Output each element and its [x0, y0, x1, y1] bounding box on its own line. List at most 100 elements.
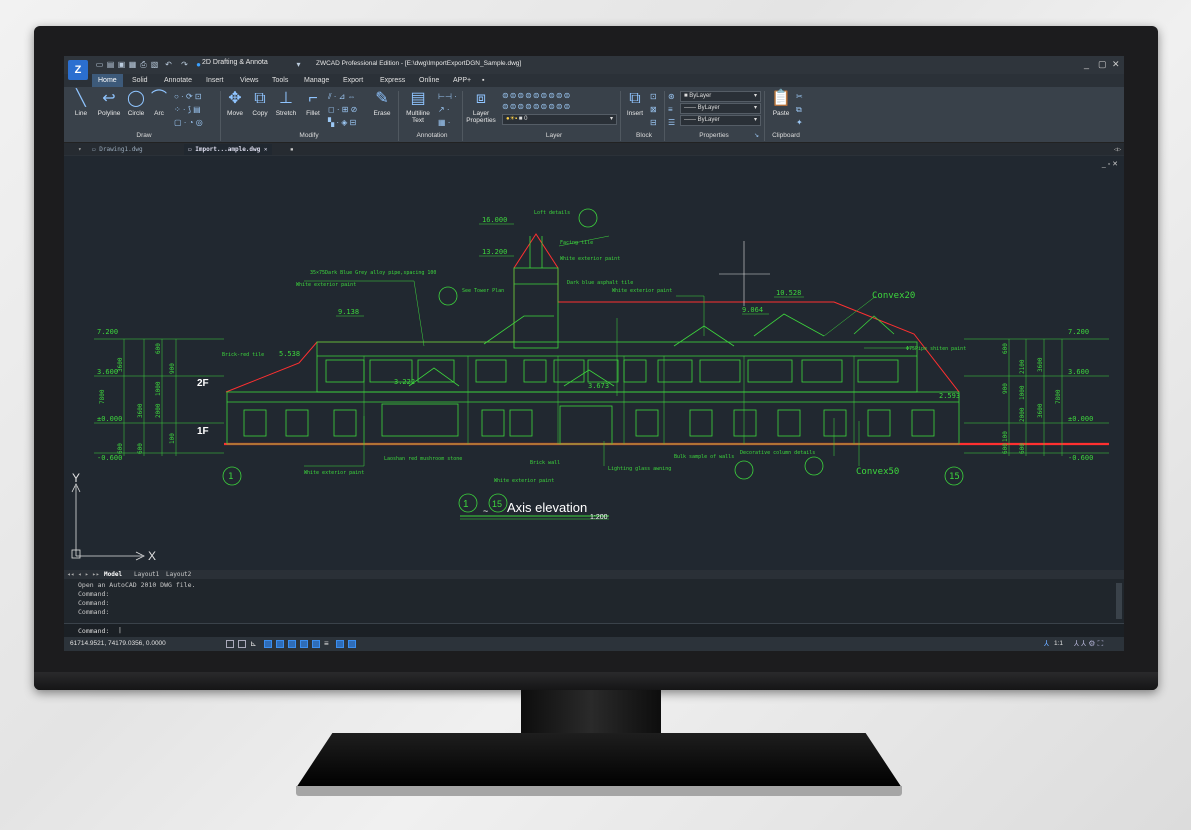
copy-clip-icon[interactable]: ⧉ — [796, 105, 802, 115]
erase-button[interactable]: ✎ Erase — [370, 90, 394, 117]
layout-tab-model[interactable]: Model — [104, 571, 122, 578]
move-button[interactable]: ✥ Move — [224, 90, 246, 117]
dyn-icon[interactable] — [300, 640, 308, 648]
match-properties-icon[interactable]: ⊛ — [668, 92, 675, 101]
block-edit-icon[interactable]: ⊠ — [650, 105, 657, 114]
layer-properties-button[interactable]: ⧈ Layer Properties — [464, 90, 498, 124]
doc-tab-close-icon[interactable]: ✕ — [264, 146, 268, 153]
stretch-button[interactable]: ⊥ Stretch — [272, 90, 300, 117]
tab-views[interactable]: Views — [234, 74, 265, 87]
tab-scroll-icon[interactable]: ◁▷ — [1110, 144, 1124, 155]
save-as-icon[interactable]: ▦ — [128, 60, 137, 69]
layout-tab-layout2[interactable]: Layout2 — [166, 571, 191, 578]
circle-button[interactable]: ◯ Circle — [124, 90, 148, 117]
tab-export[interactable]: Export — [337, 74, 369, 87]
line-button[interactable]: ╲ Line — [68, 90, 94, 117]
osnap-icon[interactable] — [276, 640, 284, 648]
cut-icon[interactable]: ✂ — [796, 92, 803, 101]
new-tab-icon[interactable]: ▪ — [286, 144, 298, 155]
modify-tools-2-icon[interactable]: ◻ · ⊞ ⊘ — [328, 105, 357, 114]
maximize-icon[interactable]: ▢ — [1098, 59, 1107, 70]
tab-online[interactable]: Online — [413, 74, 445, 87]
lineweight-dropdown[interactable]: —— ByLayer ▾ — [680, 115, 761, 126]
annotation-scale[interactable]: 1:1 — [1054, 640, 1063, 647]
arc-button[interactable]: ⌒ Arc — [148, 90, 170, 117]
workspace-chevron-icon[interactable]: ▾ — [294, 60, 303, 69]
layer-tools-2-icon[interactable]: ⊜⊜⊜⊜⊜⊜⊜⊜⊜ — [502, 102, 571, 111]
elev-label: -0.600 — [97, 454, 122, 462]
tab-tools[interactable]: Tools — [266, 74, 294, 87]
drawing-canvas[interactable]: 16.000 13.200 10.528 9.138 9.064 7.200 3… — [64, 156, 1124, 570]
block-attr-icon[interactable]: ⊟ — [650, 118, 657, 127]
block-create-icon[interactable]: ⊡ — [650, 92, 657, 101]
modify-tools-3-icon[interactable]: ▚ · ◈ ⊟ — [328, 118, 356, 127]
minimize-icon[interactable]: _ — [1084, 59, 1089, 69]
app-logo-icon[interactable]: Z — [68, 60, 88, 80]
modify-tools-icon[interactable]: ⫽ · ⊿ ⇔ — [328, 92, 356, 102]
doc-tab-menu-icon[interactable]: ▾ — [74, 144, 86, 155]
layout-nav-icon[interactable]: ◂◂ ◂ ▸ ▸▸ — [67, 571, 100, 578]
doc-tab-drawing1[interactable]: ▭ Drawing1.dwg — [88, 144, 147, 155]
detail-circle-2 — [438, 286, 458, 306]
doc-tab-import[interactable]: ▭ Import...ample.dwg ✕ — [184, 144, 272, 155]
viewport-controls-icon[interactable]: _ ▫ ✕ — [1102, 160, 1118, 168]
detail-circle-3 — [734, 460, 754, 480]
fillet-button[interactable]: ⌐ Fillet — [302, 90, 324, 117]
tab-home[interactable]: Home — [92, 74, 123, 87]
annotation-scale-icon[interactable]: ⅄ — [1044, 639, 1049, 648]
tp-icon[interactable]: ≡ — [324, 640, 332, 648]
tab-app-plus[interactable]: APP+ — [447, 74, 477, 87]
paste-button[interactable]: 📋 Paste — [768, 90, 794, 117]
tab-solid[interactable]: Solid — [126, 74, 154, 87]
draw-tools-icon[interactable]: ○ · ⟳ ⊡ — [174, 92, 202, 101]
snap-icon[interactable] — [238, 640, 246, 648]
color-dropdown[interactable]: ■ ByLayer ▾ — [680, 91, 761, 102]
command-line[interactable]: Command: | — [64, 623, 1124, 638]
grid-icon[interactable] — [226, 640, 234, 648]
polyline-button[interactable]: ↩ Polyline — [94, 90, 124, 117]
dimension-icon[interactable]: ⊢⊣ · — [438, 92, 457, 101]
multiline-text-button[interactable]: ▤ Multiline Text — [402, 90, 434, 124]
open-file-icon[interactable]: ▤ — [106, 60, 115, 69]
history-scrollbar[interactable] — [1116, 583, 1122, 619]
tab-express[interactable]: Express — [374, 74, 411, 87]
layer-tools-icon[interactable]: ⊜⊜⊜⊜⊜⊜⊜⊜⊜ — [502, 91, 571, 100]
qp-icon[interactable] — [336, 640, 344, 648]
properties-dialog-icon[interactable]: ↘ — [754, 132, 759, 139]
copy-button[interactable]: ⧉ Copy — [248, 90, 272, 117]
tab-annotate[interactable]: Annotate — [158, 74, 198, 87]
save-icon[interactable]: ▣ — [117, 60, 126, 69]
otrack-icon[interactable] — [288, 640, 296, 648]
elevation-drawing: 16.000 13.200 10.528 9.138 9.064 7.200 3… — [71, 208, 1109, 563]
layout-tab-layout1[interactable]: Layout1 — [134, 571, 159, 578]
polar-icon[interactable] — [264, 640, 272, 648]
history-line: Open an AutoCAD 2010 DWG file. — [78, 581, 196, 589]
workspace-dropdown[interactable]: 2D Drafting & Annota — [202, 59, 268, 66]
draw-tools-2-icon[interactable]: ⁘ · ⟆ ▤ — [174, 105, 201, 114]
redo-icon[interactable]: ↷ — [180, 60, 189, 69]
status-tray-icon[interactable]: ⅄ ⅄ ⚙ ⛶ — [1074, 639, 1103, 649]
tab-manage[interactable]: Manage — [298, 74, 335, 87]
match-icon[interactable]: ✦ — [796, 118, 803, 127]
insert-button[interactable]: ⧉ Insert — [622, 90, 648, 117]
plot-icon[interactable]: ▧ — [150, 60, 159, 69]
floor-label: 1F — [197, 426, 209, 437]
table-icon[interactable]: ▦ · — [438, 118, 450, 127]
lineweight-icon[interactable]: ☰ — [668, 118, 675, 127]
circle-icon: ◯ — [127, 90, 145, 107]
lwt-icon[interactable] — [312, 640, 320, 648]
ortho-icon[interactable]: ⊾ — [250, 640, 258, 648]
new-file-icon[interactable]: ▭ — [95, 60, 104, 69]
sc-icon[interactable] — [348, 640, 356, 648]
print-icon[interactable]: ⎙ — [139, 60, 148, 69]
screen: Z ▭ ▤ ▣ ▦ ⎙ ▧ ↶ ↷ ● 2D Drafting & Annota… — [64, 56, 1124, 651]
draw-tools-3-icon[interactable]: ▢ · ◔ ◎ — [174, 118, 203, 127]
leader-icon[interactable]: ↗ · — [438, 105, 450, 114]
tab-insert[interactable]: Insert — [200, 74, 230, 87]
undo-icon[interactable]: ↶ — [164, 60, 173, 69]
ribbon-toggle-icon[interactable]: ▪ — [476, 74, 490, 87]
linetype-dropdown[interactable]: —— ByLayer ▾ — [680, 103, 761, 114]
layer-dropdown[interactable]: ●☀▪ ■ 0 ▾ — [502, 114, 617, 125]
linetype-icon[interactable]: ≡ — [668, 105, 673, 114]
close-icon[interactable]: ✕ — [1112, 59, 1120, 70]
